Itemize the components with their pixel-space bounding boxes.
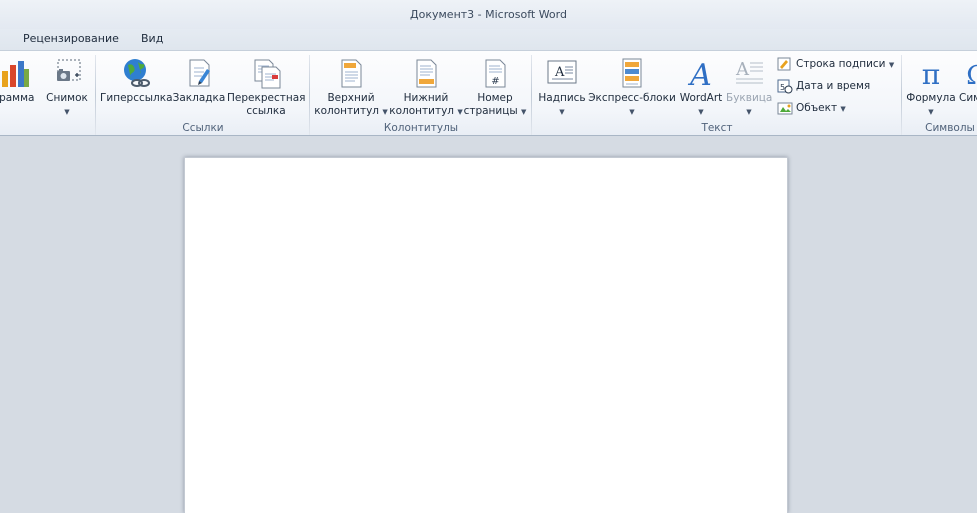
svg-text:Ω: Ω (966, 61, 977, 89)
signature-line-label: Строка подписи (796, 58, 886, 70)
screenshot-icon (57, 59, 81, 81)
title-bar: Документ3 - Microsoft Word (0, 0, 977, 29)
header-icon (341, 59, 362, 88)
footer-button[interactable]: Нижний колонтитул ▼ (388, 55, 464, 121)
page-number-icon: # (485, 59, 506, 88)
document-page[interactable] (184, 157, 788, 513)
object-button[interactable]: Объект ▼ (776, 99, 846, 117)
drop-cap-button[interactable]: A Буквица ▼ (726, 55, 772, 121)
group-label-text: Текст (701, 122, 733, 134)
text-box-icon: A (547, 60, 577, 84)
chart-button[interactable]: грамма (0, 55, 42, 121)
text-box-dropdown-arrow: ▼ (559, 108, 565, 116)
page-number-label-line2: страницы ▼ (463, 105, 527, 117)
tab-review[interactable]: Рецензирование (23, 32, 119, 45)
cross-reference-button[interactable]: Перекрестная ссылка (227, 55, 305, 121)
omega-icon: Ω (966, 61, 977, 89)
group-label-symbols: Символы (925, 122, 975, 134)
screenshot-label: Снимок (46, 92, 88, 104)
svg-text:π: π (922, 58, 940, 89)
svg-text:#: # (491, 76, 499, 87)
group-separator (309, 55, 310, 135)
pi-icon: π (922, 58, 940, 89)
drop-cap-dropdown-arrow: ▼ (746, 108, 752, 116)
screenshot-dropdown-arrow: ▼ (64, 108, 70, 116)
cross-reference-icon (254, 59, 281, 89)
date-time-label: Дата и время (796, 80, 871, 92)
window-title: Документ3 - Microsoft Word (410, 8, 567, 21)
footer-label-line2: колонтитул ▼ (389, 105, 463, 117)
header-label-line1: Верхний (327, 92, 375, 104)
group-label-header-footer: Колонтитулы (383, 122, 459, 134)
object-label: Объект (796, 102, 838, 114)
screenshot-button[interactable]: Снимок ▼ (44, 55, 90, 121)
signature-line-button[interactable]: Строка подписи ▼ (776, 55, 894, 73)
signature-line-icon (777, 57, 791, 71)
equation-label: Формула (906, 92, 956, 104)
quick-parts-icon (622, 58, 642, 88)
text-box-button[interactable]: A Надпись ▼ (536, 55, 588, 121)
hyperlink-button[interactable]: Гиперссылка (100, 55, 173, 121)
cross-reference-label-line2: ссылка (246, 105, 286, 117)
page-number-button[interactable]: # Номер страницы ▼ (463, 55, 527, 121)
header-button[interactable]: Верхний колонтитул ▼ (314, 55, 388, 121)
quick-parts-dropdown-arrow: ▼ (629, 108, 635, 116)
svg-text:5: 5 (780, 83, 785, 92)
date-time-button[interactable]: 5 Дата и время (776, 77, 870, 95)
text-box-label: Надпись (538, 92, 586, 104)
ribbon-tab-bar: Рецензирование Вид (0, 29, 977, 50)
svg-text:A: A (554, 65, 565, 80)
equation-button[interactable]: π Формула ▼ (905, 55, 957, 121)
cross-reference-label-line1: Перекрестная (227, 92, 306, 104)
equation-dropdown-arrow: ▼ (928, 108, 934, 116)
header-label-line2: колонтитул ▼ (314, 105, 388, 117)
quick-parts-button[interactable]: Экспресс-блоки ▼ (588, 55, 676, 121)
calendar-clock-icon: 5 (777, 79, 793, 94)
chart-label: грамма (0, 92, 35, 104)
ribbon: грамма Снимок ▼ Гиперссылка Закладка (0, 50, 977, 136)
globe-link-icon (124, 59, 150, 87)
drop-cap-icon: A (735, 59, 763, 84)
bookmark-icon (189, 59, 210, 87)
bookmark-button[interactable]: Закладка (172, 55, 226, 121)
wordart-icon: A (687, 58, 712, 89)
page-number-label-line1: Номер (477, 92, 513, 104)
group-separator (95, 55, 96, 135)
chart-icon (2, 61, 29, 87)
hyperlink-label: Гиперссылка (100, 92, 173, 104)
drop-cap-label: Буквица (726, 92, 773, 104)
quick-parts-label: Экспресс-блоки (588, 92, 676, 104)
wordart-button[interactable]: A WordArt ▼ (676, 55, 726, 121)
wordart-dropdown-arrow: ▼ (698, 108, 704, 116)
footer-icon (416, 59, 437, 88)
footer-label-line1: Нижний (403, 92, 449, 104)
wordart-label: WordArt (679, 92, 723, 104)
group-separator (531, 55, 532, 135)
symbol-label: Сим (959, 92, 977, 104)
object-icon (777, 102, 793, 115)
symbol-button[interactable]: Ω Сим (957, 55, 977, 121)
group-separator (901, 55, 902, 135)
group-label-links: Ссылки (182, 122, 224, 134)
bookmark-label: Закладка (172, 92, 226, 104)
tab-view[interactable]: Вид (141, 32, 163, 45)
svg-text:A: A (735, 59, 750, 80)
svg-text:A: A (687, 58, 712, 89)
